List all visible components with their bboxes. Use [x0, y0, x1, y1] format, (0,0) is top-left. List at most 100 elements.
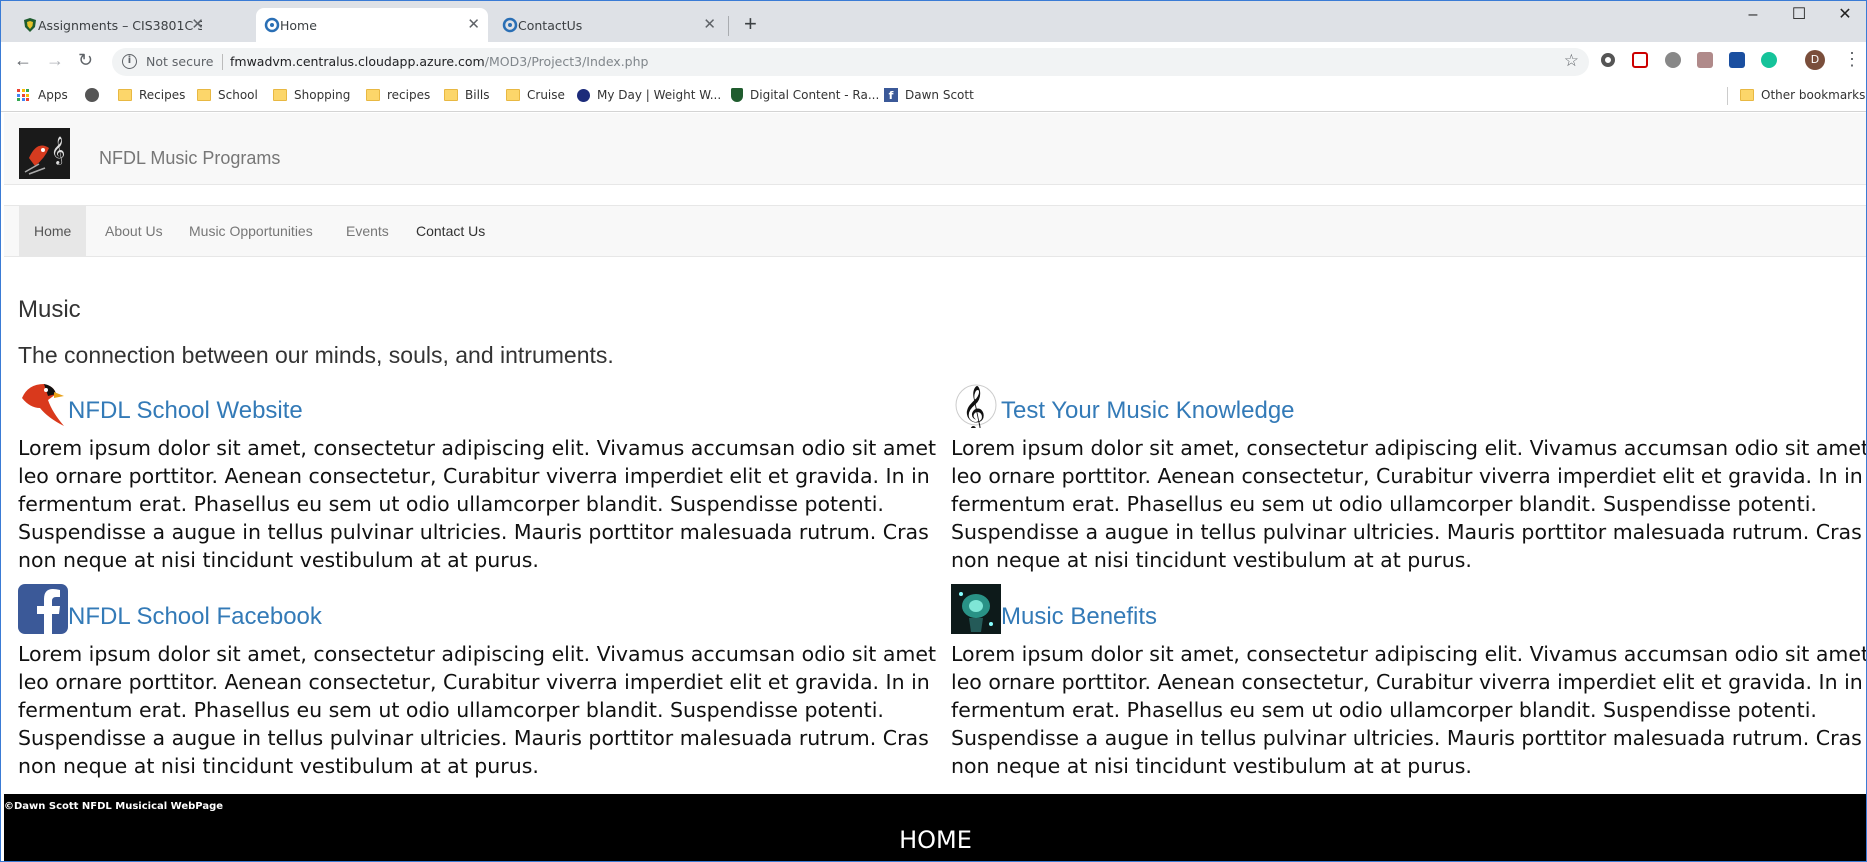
- nav-events[interactable]: Events: [331, 206, 404, 257]
- shield-icon: [24, 18, 36, 32]
- card-body: Lorem ipsum dolor sit amet, consectetur …: [951, 436, 1867, 572]
- music-logo-icon: 𝄞: [19, 128, 70, 179]
- bookmark-recipes[interactable]: Recipes: [118, 87, 185, 103]
- bookmark-label: School: [218, 88, 258, 102]
- card-school-facebook: NFDL School Facebook Lorem ipsum dolor s…: [18, 584, 936, 778]
- card-header: 𝄞 Test Your Music Knowledge: [951, 378, 1861, 428]
- menu-kebab-icon[interactable]: ⋮: [1843, 49, 1861, 70]
- extension-icon[interactable]: [1729, 52, 1745, 68]
- card-music-benefits: Music Benefits Lorem ipsum dolor sit ame…: [951, 584, 1867, 778]
- bookmark-school[interactable]: School: [197, 87, 258, 103]
- folder-icon: [118, 89, 132, 101]
- url-path: /MOD3/Project3/Index.php: [484, 54, 649, 69]
- card-body: Lorem ipsum dolor sit amet, consectetur …: [18, 642, 937, 778]
- bookmark-label: My Day | Weight W...: [597, 88, 722, 102]
- card-body: Lorem ipsum dolor sit amet, consectetur …: [951, 642, 1867, 778]
- bookmark-label: Apps: [38, 88, 68, 102]
- folder-icon: [1740, 89, 1754, 101]
- bookmark-other[interactable]: Other bookmarks: [1740, 87, 1865, 103]
- close-window-button[interactable]: ✕: [1822, 4, 1867, 26]
- bookmark-dawn-scott[interactable]: f Dawn Scott: [884, 87, 974, 103]
- bookmark-my-day[interactable]: My Day | Weight W...: [577, 87, 721, 103]
- bookmark-label: Other bookmarks: [1761, 88, 1866, 102]
- footer-home-link[interactable]: HOME: [4, 826, 1867, 854]
- extension-icon[interactable]: [1601, 53, 1615, 67]
- page-heading: Music: [18, 296, 81, 323]
- brain-music-icon: [951, 584, 1001, 634]
- bookmark-cruise[interactable]: Cruise: [506, 87, 565, 103]
- forward-arrow-icon[interactable]: →: [46, 50, 64, 70]
- tab-title: Home: [280, 17, 317, 33]
- azure-icon: [264, 17, 280, 33]
- nav-about-us[interactable]: About Us: [90, 206, 178, 257]
- folder-icon: [506, 89, 520, 101]
- site-header: 𝄞 NFDL Music Programs: [4, 113, 1867, 185]
- folder-icon: [273, 89, 287, 101]
- address-bar[interactable]: i Not secure fmwadvm.centralus.cloudapp.…: [112, 48, 1589, 76]
- new-tab-button[interactable]: +: [744, 12, 757, 36]
- pdf-icon[interactable]: [1697, 52, 1713, 68]
- tab-contactus[interactable]: ContactUs ✕: [494, 8, 724, 42]
- card-header: NFDL School Facebook: [18, 584, 928, 634]
- close-icon[interactable]: ✕: [467, 16, 480, 32]
- svg-text:𝄞: 𝄞: [962, 386, 986, 428]
- bookmark-shopping[interactable]: Shopping: [273, 87, 350, 103]
- tab-title: ContactUs: [518, 17, 583, 33]
- card-music-knowledge: 𝄞 Test Your Music Knowledge Lorem ipsum …: [951, 378, 1867, 572]
- extension-icon[interactable]: [1665, 52, 1681, 68]
- bookmark-label: Recipes: [139, 88, 186, 102]
- shield-icon: [731, 88, 743, 102]
- bookmark-bills[interactable]: Bills: [444, 87, 490, 103]
- card-body: Lorem ipsum dolor sit amet, consectetur …: [18, 436, 937, 572]
- bookmark-globe[interactable]: [85, 87, 99, 103]
- bookmark-label: Digital Content - Ra...: [750, 88, 880, 102]
- bookmark-label: recipes: [387, 88, 431, 102]
- link-school-website[interactable]: NFDL School Website: [68, 397, 303, 425]
- link-music-knowledge[interactable]: Test Your Music Knowledge: [1001, 397, 1295, 425]
- close-icon[interactable]: ✕: [703, 16, 716, 32]
- card-header: Music Benefits: [951, 584, 1861, 634]
- tab-assignments[interactable]: Assignments – CIS3801C Section ✕: [14, 8, 212, 42]
- bookmarks-bar: Apps Recipes School Shopping recipes Bil…: [0, 80, 1867, 112]
- tab-home[interactable]: Home ✕: [256, 8, 488, 42]
- extension-icon[interactable]: [1632, 52, 1648, 68]
- globe-icon: [85, 88, 99, 102]
- reload-icon[interactable]: ↻: [78, 50, 93, 70]
- tab-separator: [728, 16, 729, 36]
- link-school-facebook[interactable]: NFDL School Facebook: [68, 603, 322, 631]
- site-logo[interactable]: 𝄞: [19, 128, 70, 179]
- bookmark-recipes-lower[interactable]: recipes: [366, 87, 430, 103]
- footer-copyright: ©Dawn Scott NFDL Musicical WebPage: [4, 801, 224, 812]
- info-icon[interactable]: i: [122, 54, 137, 69]
- grammarly-icon[interactable]: [1761, 52, 1777, 68]
- divider: [222, 54, 223, 70]
- nav-music-opportunities[interactable]: Music Opportunities: [174, 206, 328, 257]
- minimize-button[interactable]: –: [1730, 4, 1776, 26]
- apps-grid-icon: [17, 89, 29, 101]
- star-icon[interactable]: ☆: [1564, 51, 1579, 71]
- nav-home[interactable]: Home: [19, 206, 87, 257]
- folder-icon: [444, 89, 458, 101]
- close-icon[interactable]: ✕: [191, 16, 204, 32]
- security-label: Not secure: [146, 54, 214, 69]
- tab-strip: Assignments – CIS3801C Section ✕ Home ✕ …: [0, 0, 1867, 42]
- url-host: fmwadvm.centralus.cloudapp.azure.com: [230, 54, 485, 69]
- site-brand[interactable]: NFDL Music Programs: [99, 148, 280, 169]
- folder-icon: [366, 89, 380, 101]
- divider: [1727, 87, 1728, 105]
- bookmark-label: Shopping: [294, 88, 351, 102]
- facebook-icon: f: [884, 88, 898, 102]
- facebook-icon: [18, 584, 68, 634]
- bookmark-apps[interactable]: Apps: [17, 87, 68, 103]
- back-arrow-icon[interactable]: ←: [14, 50, 32, 70]
- treble-clef-icon: 𝄞: [955, 384, 997, 428]
- link-music-benefits[interactable]: Music Benefits: [1001, 603, 1157, 631]
- bookmark-label: Bills: [465, 88, 490, 102]
- nav-contact-us[interactable]: Contact Us: [401, 206, 500, 257]
- profile-avatar[interactable]: D: [1805, 50, 1825, 70]
- bookmark-digital-content[interactable]: Digital Content - Ra...: [731, 87, 879, 103]
- bird-mascot-icon: [22, 384, 64, 426]
- tab-title: Assignments – CIS3801C Section: [38, 17, 202, 33]
- site-navbar: Home About Us Music Opportunities Events…: [4, 205, 1867, 257]
- maximize-button[interactable]: ☐: [1776, 4, 1822, 26]
